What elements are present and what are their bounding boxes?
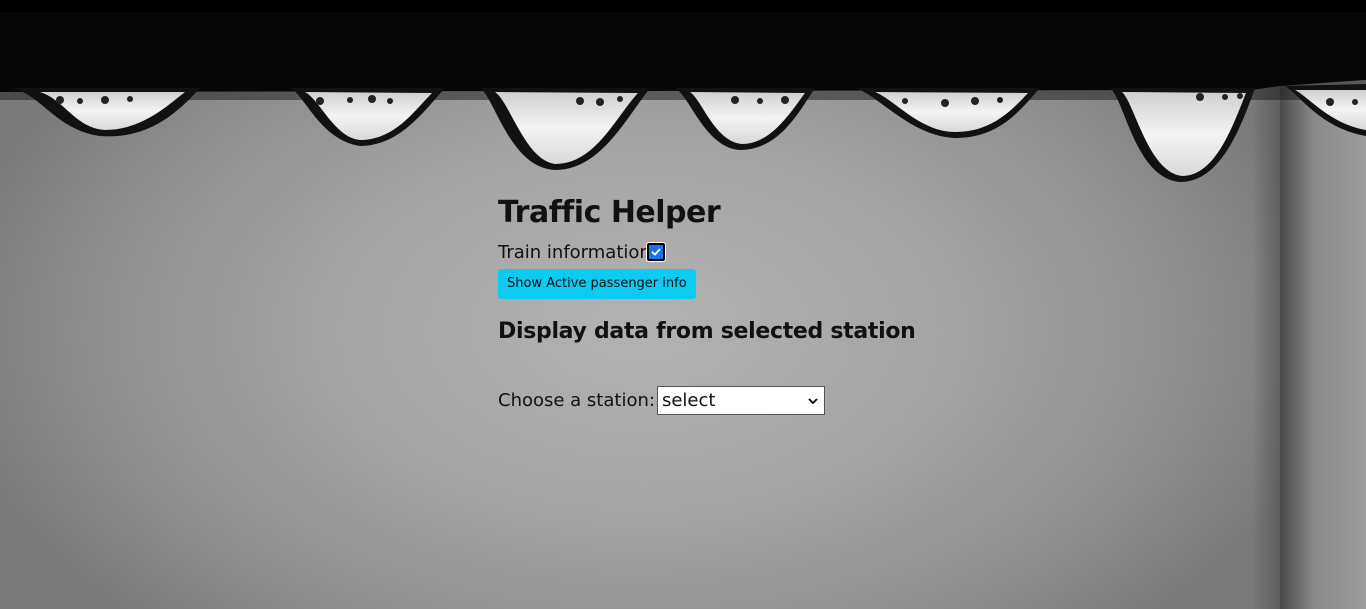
- train-information-label: Train information: [498, 241, 646, 263]
- check-icon: [651, 248, 661, 256]
- section-title: Display data from selected station: [498, 319, 916, 344]
- main-content: Traffic Helper Train information Show Ac…: [498, 190, 1018, 416]
- train-information-checkbox[interactable]: [646, 242, 666, 262]
- station-label: Choose a station:: [498, 390, 655, 411]
- station-selector-row: Choose a station: select: [498, 385, 1018, 416]
- show-active-passenger-button[interactable]: Show Active passenger info: [498, 269, 696, 299]
- train-information-row: Train information: [498, 238, 1018, 266]
- station-select[interactable]: select: [656, 386, 825, 415]
- station-select-value: select: [661, 390, 716, 411]
- chevron-down-icon: [808, 397, 818, 404]
- page-title: Traffic Helper: [498, 195, 721, 230]
